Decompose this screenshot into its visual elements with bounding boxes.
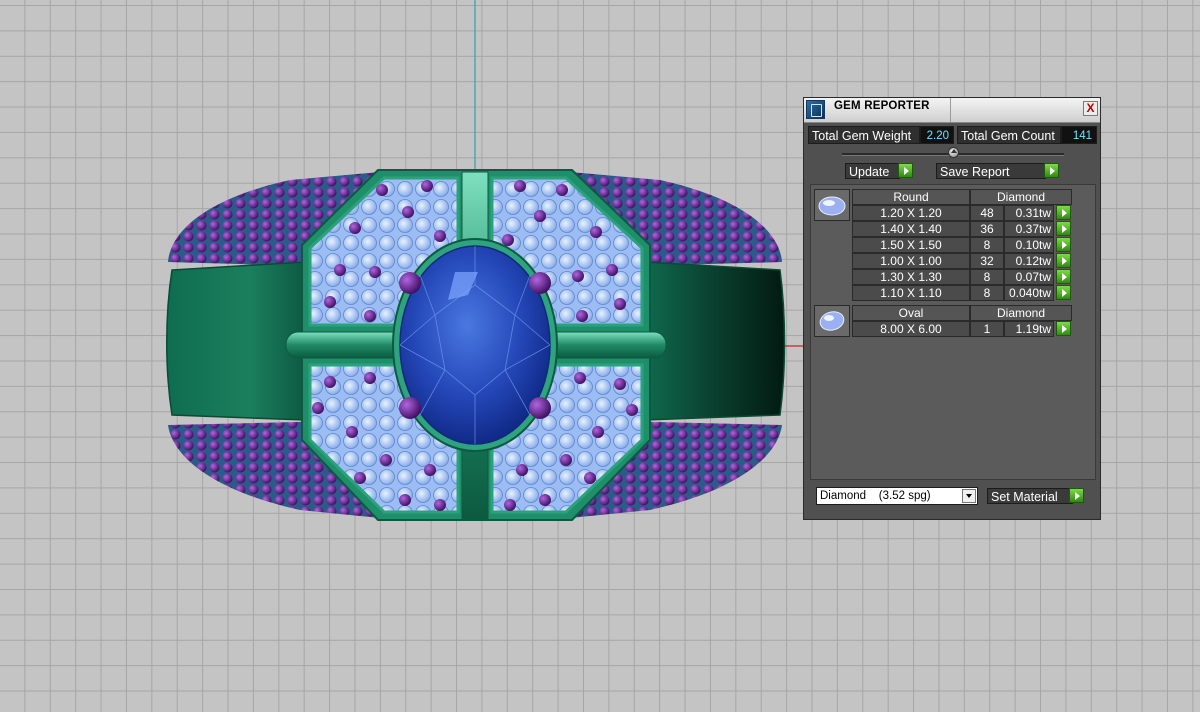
gem-count: 48	[970, 205, 1004, 221]
total-gem-count-label: Total Gem Count	[957, 126, 1061, 144]
gem-reporter-panel: GEM REPORTER X Total Gem Weight 2.20 Tot…	[803, 97, 1101, 520]
gem-size: 1.00 X 1.00	[852, 253, 970, 269]
update-arrow-icon[interactable]	[898, 163, 913, 178]
group-material: Diamond	[970, 305, 1072, 321]
gem-count: 36	[970, 221, 1004, 237]
row-arrow-icon[interactable]	[1056, 205, 1071, 220]
group-shape: Oval	[852, 305, 970, 321]
material-select-value: Diamond (3.52 spg)	[820, 490, 931, 502]
gem-count: 32	[970, 253, 1004, 269]
total-gem-weight-value: 2.20	[920, 126, 954, 144]
gem-count: 8	[970, 237, 1004, 253]
oval-gem-icon	[814, 305, 850, 337]
close-button[interactable]: X	[1083, 101, 1098, 116]
prong	[529, 272, 551, 294]
row-arrow-icon[interactable]	[1056, 253, 1071, 268]
gem-size: 1.30 X 1.30	[852, 269, 970, 285]
gem-count: 8	[970, 285, 1004, 301]
left-band	[166, 261, 306, 421]
group-material: Diamond	[970, 189, 1072, 205]
prong	[399, 397, 421, 419]
panel-titlebar[interactable]: GEM REPORTER X	[804, 98, 1100, 123]
gem-weight: 0.07tw	[1004, 269, 1054, 285]
prong	[529, 397, 551, 419]
panel-title: GEM REPORTER	[834, 100, 930, 112]
save-report-button[interactable]: Save Report	[936, 163, 1046, 179]
row-arrow-icon[interactable]	[1056, 221, 1071, 236]
report-icon	[806, 100, 825, 119]
row-arrow-icon[interactable]	[1056, 321, 1071, 336]
material-select[interactable]: Diamond (3.52 spg)	[816, 487, 978, 505]
total-gem-weight-label: Total Gem Weight	[808, 126, 920, 144]
gem-weight: 0.040tw	[1004, 285, 1054, 301]
total-gem-count-value: 141	[1061, 126, 1097, 144]
gem-weight: 0.37tw	[1004, 221, 1054, 237]
panel-slider-handle[interactable]	[948, 147, 959, 158]
gem-list: Round Diamond 1.20 X 1.20 48 0.31tw 1.40…	[810, 184, 1096, 480]
update-button[interactable]: Update	[845, 163, 900, 179]
gem-size: 1.40 X 1.40	[852, 221, 970, 237]
row-arrow-icon[interactable]	[1056, 285, 1071, 300]
gem-size: 1.20 X 1.20	[852, 205, 970, 221]
row-arrow-icon[interactable]	[1056, 269, 1071, 284]
set-material-button[interactable]: Set Material	[987, 488, 1073, 504]
chevron-down-icon[interactable]	[962, 489, 976, 503]
gem-count: 8	[970, 269, 1004, 285]
gem-weight: 0.12tw	[1004, 253, 1054, 269]
save-report-arrow-icon[interactable]	[1044, 163, 1059, 178]
gem-weight: 1.19tw	[1004, 321, 1054, 337]
gem-size: 1.50 X 1.50	[852, 237, 970, 253]
title-divider	[950, 98, 951, 122]
gem-weight: 0.10tw	[1004, 237, 1054, 253]
round-gem-icon	[814, 189, 850, 221]
gem-count: 1	[970, 321, 1004, 337]
gem-size: 8.00 X 6.00	[852, 321, 970, 337]
group-shape: Round	[852, 189, 970, 205]
row-arrow-icon[interactable]	[1056, 237, 1071, 252]
set-material-arrow-icon[interactable]	[1069, 488, 1084, 503]
gem-weight: 0.31tw	[1004, 205, 1054, 221]
prong	[399, 272, 421, 294]
gem-size: 1.10 X 1.10	[852, 285, 970, 301]
